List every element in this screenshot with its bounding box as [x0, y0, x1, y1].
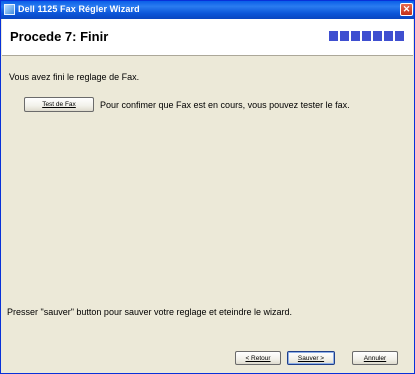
- progress-segment: [362, 31, 371, 41]
- progress-segment: [329, 31, 338, 41]
- test-fax-button[interactable]: Test de Fax: [24, 97, 94, 112]
- save-button-label: Sauver >: [297, 355, 325, 362]
- test-fax-button-label: Test de Fax: [42, 101, 76, 108]
- back-button[interactable]: < Retour: [235, 351, 281, 365]
- wizard-header: Procede 7: Finir: [2, 19, 413, 56]
- progress-segment: [340, 31, 349, 41]
- back-button-label: < Retour: [245, 355, 271, 362]
- wizard-window: Dell 1125 Fax Régler Wizard ✕ Procede 7:…: [0, 0, 415, 374]
- app-icon: [4, 4, 15, 15]
- completion-message: Vous avez fini le reglage de Fax.: [9, 72, 140, 82]
- cancel-button[interactable]: Annuler: [352, 351, 398, 365]
- cancel-button-label: Annuler: [363, 355, 387, 362]
- step-progress-indicator: [329, 31, 404, 41]
- progress-segment: [373, 31, 382, 41]
- title-bar[interactable]: Dell 1125 Fax Régler Wizard ✕: [1, 1, 414, 19]
- progress-segment: [395, 31, 404, 41]
- save-instruction: Presser "sauver" button pour sauver votr…: [7, 307, 293, 317]
- test-fax-hint: Pour confimer que Fax est en cours, vous…: [100, 100, 350, 110]
- window-title: Dell 1125 Fax Régler Wizard: [18, 4, 140, 14]
- page-title: Procede 7: Finir: [10, 29, 109, 44]
- progress-segment: [384, 31, 393, 41]
- progress-segment: [351, 31, 360, 41]
- close-button[interactable]: ✕: [400, 3, 413, 16]
- save-button[interactable]: Sauver >: [287, 351, 335, 365]
